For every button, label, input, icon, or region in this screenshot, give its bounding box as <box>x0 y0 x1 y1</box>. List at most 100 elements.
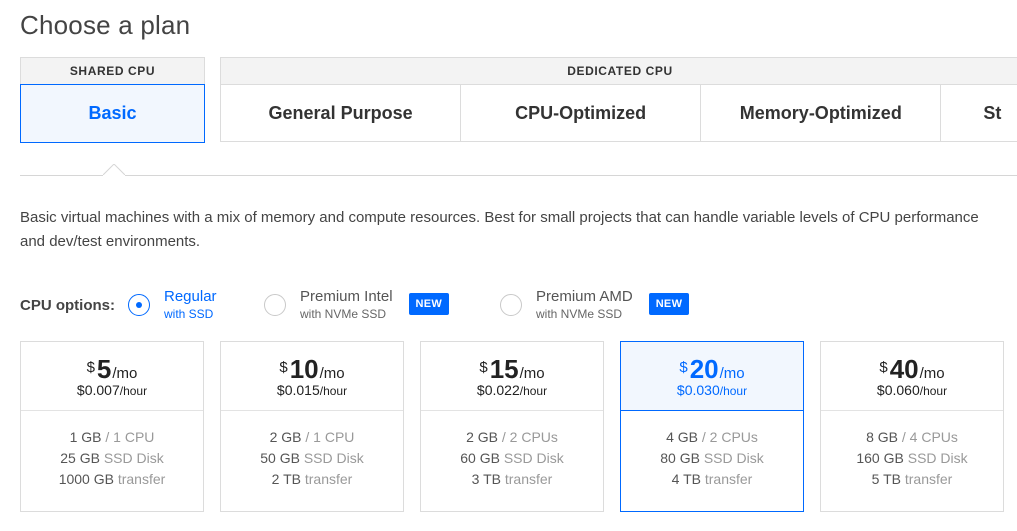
section-divider <box>20 175 1017 176</box>
hourly-unit: /hour <box>919 384 948 398</box>
hourly-price: $0.007 <box>76 382 120 398</box>
spec-disk-label: SSD Disk <box>103 450 164 466</box>
plan-price-header: $ 20 /mo $0.030/hour <box>621 342 803 411</box>
price-period: /mo <box>112 365 138 382</box>
plan-specs: 2 GB / 2 CPUs 60 GB SSD Disk 3 TB transf… <box>421 411 603 490</box>
spec-transfer: 5 TB <box>871 471 901 487</box>
spec-transfer: 4 TB <box>671 471 701 487</box>
plan-specs: 8 GB / 4 CPUs 160 GB SSD Disk 5 TB trans… <box>821 411 1003 490</box>
plan-price-header: $ 40 /mo $0.060/hour <box>821 342 1003 411</box>
spec-memory: 8 GB <box>866 429 898 445</box>
plan-description: Basic virtual machines with a mix of mem… <box>20 206 1017 254</box>
hourly-price: $0.015 <box>276 382 320 398</box>
price-currency: $ <box>479 359 488 376</box>
hourly-unit: /hour <box>719 384 748 398</box>
plan-card-5[interactable]: $ 5 /mo $0.007/hour 1 GB / 1 CPU 25 GB S… <box>20 341 204 512</box>
spec-disk: 80 GB <box>660 450 700 466</box>
price-amount: 15 <box>489 354 519 384</box>
spec-disk: 25 GB <box>60 450 100 466</box>
hourly-price: $0.060 <box>876 382 920 398</box>
spec-transfer: 2 TB <box>271 471 301 487</box>
spec-cpus: / 2 CPUs <box>501 429 558 445</box>
price-currency: $ <box>279 359 288 376</box>
option-sub: with SSD <box>164 307 214 321</box>
spec-cpus: / 2 CPUs <box>701 429 758 445</box>
spec-memory: 1 GB <box>69 429 102 445</box>
dedicated-cpu-label: DEDICATED CPU <box>567 64 673 78</box>
spec-disk-label: SSD Disk <box>907 450 968 466</box>
description-line-2: and dev/test environments. <box>20 233 201 250</box>
dedicated-cpu-header: DEDICATED CPU <box>221 58 1017 85</box>
tab-cpu-optimized[interactable]: CPU-Optimized <box>461 85 702 142</box>
tab-storage-optimized[interactable]: St <box>941 85 1017 142</box>
price-amount: 10 <box>289 354 319 384</box>
spec-memory: 4 GB <box>666 429 698 445</box>
price-amount: 20 <box>689 354 719 384</box>
active-tab-pointer <box>103 164 125 186</box>
price-period: /mo <box>519 365 545 382</box>
shared-cpu-group: SHARED CPU Basic <box>20 57 205 143</box>
plan-card-40[interactable]: $ 40 /mo $0.060/hour 8 GB / 4 CPUs 160 G… <box>820 341 1004 512</box>
cpu-option-regular[interactable]: Regular with SSD <box>128 285 217 325</box>
plan-card-20[interactable]: $ 20 /mo $0.030/hour 4 GB / 2 CPUs 80 GB… <box>620 341 804 512</box>
price-period: /mo <box>719 365 745 382</box>
hourly-price: $0.030 <box>676 382 720 398</box>
option-name: Premium Intel <box>300 288 393 305</box>
tab-memory-optimized[interactable]: Memory-Optimized <box>701 85 942 142</box>
plan-price-header: $ 5 /mo $0.007/hour <box>21 342 203 411</box>
price-period: /mo <box>919 365 945 382</box>
spec-disk-label: SSD Disk <box>303 450 364 466</box>
plan-card-15[interactable]: $ 15 /mo $0.022/hour 2 GB / 2 CPUs 60 GB… <box>420 341 604 512</box>
price-amount: 40 <box>889 354 919 384</box>
hourly-price: $0.022 <box>476 382 520 398</box>
new-badge: NEW <box>408 293 450 315</box>
spec-transfer-label: transfer <box>904 471 953 487</box>
spec-disk: 60 GB <box>460 450 500 466</box>
cpu-option-premium-intel[interactable]: Premium Intel with NVMe SSD NEW <box>264 285 450 325</box>
spec-disk: 160 GB <box>856 450 904 466</box>
tab-basic[interactable]: Basic <box>20 84 205 143</box>
dedicated-cpu-group: DEDICATED CPU General Purpose CPU-Optimi… <box>220 57 1017 142</box>
spec-transfer-label: transfer <box>304 471 353 487</box>
spec-transfer: 3 TB <box>471 471 501 487</box>
price-currency: $ <box>679 359 688 376</box>
spec-disk-label: SSD Disk <box>703 450 764 466</box>
new-badge: NEW <box>648 293 690 315</box>
hourly-unit: /hour <box>319 384 348 398</box>
spec-transfer: 1000 GB <box>58 471 114 487</box>
plan-specs: 4 GB / 2 CPUs 80 GB SSD Disk 4 TB transf… <box>621 411 803 490</box>
spec-cpus: / 1 CPU <box>105 429 155 445</box>
plan-price-header: $ 15 /mo $0.022/hour <box>421 342 603 411</box>
shared-cpu-header: SHARED CPU <box>21 58 204 85</box>
radio-premium-amd[interactable] <box>500 294 522 316</box>
radio-regular[interactable] <box>128 294 150 316</box>
plan-card-10[interactable]: $ 10 /mo $0.015/hour 2 GB / 1 CPU 50 GB … <box>220 341 404 512</box>
spec-transfer-label: transfer <box>117 471 166 487</box>
description-line-1: Basic virtual machines with a mix of mem… <box>20 209 979 226</box>
cpu-option-premium-amd[interactable]: Premium AMD with NVMe SSD NEW <box>500 285 690 325</box>
spec-cpus: / 4 CPUs <box>901 429 958 445</box>
price-currency: $ <box>86 359 95 376</box>
price-period: /mo <box>319 365 345 382</box>
spec-memory: 2 GB <box>269 429 302 445</box>
price-amount: 5 <box>96 354 112 384</box>
page-title: Choose a plan <box>20 10 191 40</box>
spec-disk: 50 GB <box>260 450 300 466</box>
spec-memory: 2 GB <box>466 429 498 445</box>
option-sub: with NVMe SSD <box>536 307 623 321</box>
spec-cpus: / 1 CPU <box>305 429 355 445</box>
option-sub: with NVMe SSD <box>300 307 387 321</box>
hourly-unit: /hour <box>119 384 148 398</box>
price-currency: $ <box>879 359 888 376</box>
hourly-unit: /hour <box>519 384 548 398</box>
plan-specs: 1 GB / 1 CPU 25 GB SSD Disk 1000 GB tran… <box>21 411 203 490</box>
spec-disk-label: SSD Disk <box>503 450 564 466</box>
option-name: Premium AMD <box>536 288 633 305</box>
radio-premium-intel[interactable] <box>264 294 286 316</box>
tab-general-purpose[interactable]: General Purpose <box>221 85 462 142</box>
spec-transfer-label: transfer <box>504 471 553 487</box>
plan-specs: 2 GB / 1 CPU 50 GB SSD Disk 2 TB transfe… <box>221 411 403 490</box>
option-name: Regular <box>164 288 217 305</box>
cpu-options-label: CPU options: <box>20 297 115 314</box>
plan-price-header: $ 10 /mo $0.015/hour <box>221 342 403 411</box>
